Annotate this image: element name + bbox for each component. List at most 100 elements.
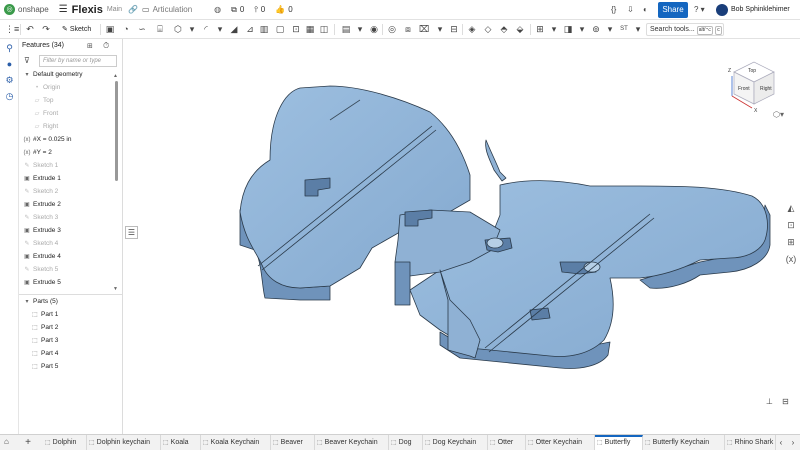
feature-item[interactable]: ✎ Sketch 3 [23, 213, 58, 223]
dropdown-icon[interactable]: ▾ [576, 23, 588, 35]
graphics-viewport[interactable]: ☰ Top Front Right Z X ⬡▾ ◭ ⊡ ⊞ (x) ⊥ ⊟ [123, 39, 800, 434]
transform-icon[interactable]: ⧈ [402, 23, 414, 35]
extrude-icon[interactable]: ▣ [104, 23, 116, 35]
redo-icon[interactable]: ↷ [40, 23, 52, 35]
sketch-button[interactable]: ✎ Sketch [62, 23, 91, 36]
appearance-panel-icon[interactable]: ◭ [784, 201, 798, 215]
chamfer-icon[interactable]: ◢ [228, 23, 240, 35]
branch-name[interactable]: Main [107, 6, 122, 13]
default-geometry-folder[interactable]: ▾ Default geometry [23, 70, 82, 80]
shell-icon[interactable]: ▢ [274, 23, 286, 35]
search-tools-input[interactable]: Search tools... alt/⌥ c [646, 23, 724, 36]
variable-x-item[interactable]: (x) #X = 0.025 in [23, 135, 72, 145]
filter-input[interactable]: Filter by name or type [39, 55, 117, 67]
onshape-logo[interactable]: ◎ onshape [4, 4, 49, 15]
plane-icon[interactable]: ▤ [340, 23, 352, 35]
feature-item[interactable]: ▣ Extrude 4 [23, 252, 61, 262]
tab-scroll-left-icon[interactable]: ‹ [776, 436, 786, 449]
top-plane-item[interactable]: ▱ Top [33, 96, 54, 106]
fillet-icon[interactable]: ◜ [200, 23, 212, 35]
dropdown-icon[interactable]: ▾ [434, 23, 446, 35]
tab-dog[interactable]: ⬚ Dog [389, 435, 423, 450]
origin-item[interactable]: • Origin [33, 83, 60, 93]
section-view-icon[interactable]: ◨ [562, 23, 574, 35]
history-icon[interactable]: ◷ [4, 91, 15, 102]
tab-scroll-right-icon[interactable]: › [788, 436, 798, 449]
front-plane-item[interactable]: ▱ Front [33, 109, 58, 119]
undo-icon[interactable]: ↶ [24, 23, 36, 35]
part-item[interactable]: ⬚ Part 5 [31, 362, 58, 372]
tab-butterfly[interactable]: ⬚ Butterfly [595, 435, 643, 450]
dropdown-icon[interactable]: ▾ [548, 23, 560, 35]
tab-butterfly-keychain[interactable]: ⬚ Butterfly Keychain [643, 435, 725, 450]
feature-list-icon[interactable]: ⋮≡ [5, 23, 19, 35]
tab-dolphin-keychain[interactable]: ⬚ Dolphin keychain [87, 435, 161, 450]
part-item[interactable]: ⬚ Part 2 [31, 323, 58, 333]
tab-otter-keychain[interactable]: ⬚ Otter Keychain [526, 435, 595, 450]
likes-counter[interactable]: 👍 0 [275, 5, 292, 14]
scrollbar[interactable] [115, 81, 118, 181]
tab-beaver-keychain[interactable]: ⬚ Beaver Keychain [315, 435, 389, 450]
tab-manager-icon[interactable]: ⌂ [4, 437, 9, 446]
sheet-metal-icon[interactable]: ⊟ [448, 23, 460, 35]
link-icon[interactable]: 🔗 [128, 5, 138, 14]
delete-part-icon[interactable]: ⌧ [418, 23, 430, 35]
feature-tree-icon[interactable]: ⚲ [4, 43, 15, 54]
tab-dog-keychain[interactable]: ⬚ Dog Keychain [423, 435, 488, 450]
move-face-icon[interactable]: ⬘ [498, 23, 510, 35]
draft-icon[interactable]: ⊿ [244, 23, 256, 35]
scroll-up-icon[interactable]: ▲ [113, 73, 118, 79]
dropdown-icon[interactable]: ▾ [214, 23, 226, 35]
boolean-icon[interactable]: ◫ [318, 23, 330, 35]
menu-icon[interactable]: ☰ [59, 4, 68, 15]
feature-item[interactable]: ✎ Sketch 1 [23, 161, 58, 171]
dropdown-icon[interactable]: ▾ [186, 23, 198, 35]
feature-item[interactable]: ✎ Sketch 5 [23, 265, 58, 275]
mass-properties-icon[interactable]: ⊡ [784, 218, 798, 232]
variable-y-item[interactable]: (x) #Y = 2 [23, 148, 52, 158]
tab-dolphin[interactable]: ⬚ Dolphin [43, 435, 87, 450]
configurations-icon[interactable]: ⊞ [784, 235, 798, 249]
tab-rhino-shark[interactable]: ⬚ Rhino Shark [725, 435, 776, 450]
triad-icon[interactable]: ⊥ [766, 397, 773, 406]
loft-icon[interactable]: ⌸ [154, 23, 166, 35]
code-icon[interactable]: {} [611, 5, 616, 14]
share-button[interactable]: Share [658, 2, 688, 18]
feature-item[interactable]: ▣ Extrude 5 [23, 278, 61, 288]
feature-item[interactable]: ✎ Sketch 2 [23, 187, 58, 197]
rollback-icon[interactable]: ⏱ [103, 41, 109, 51]
add-folder-icon[interactable]: ⊞ [87, 42, 93, 50]
part-item[interactable]: ⬚ Part 3 [31, 336, 58, 346]
avatar[interactable] [716, 4, 728, 16]
scroll-down-icon[interactable]: ▼ [113, 286, 118, 292]
tab-koala-keychain[interactable]: ⬚ Koala Keychain [201, 435, 271, 450]
split-icon[interactable]: ◎ [386, 23, 398, 35]
measure-icon[interactable]: ⊞ [534, 23, 546, 35]
st-icon[interactable]: ST [618, 23, 630, 35]
feature-item[interactable]: ✎ Sketch 4 [23, 239, 58, 249]
feature-item[interactable]: ▣ Extrude 2 [23, 200, 61, 210]
workspace-name[interactable]: Articulation [153, 5, 193, 14]
dropdown-icon[interactable]: ▾ [632, 23, 644, 35]
filter-icon[interactable]: ⊽ [24, 56, 30, 65]
right-plane-item[interactable]: ▱ Right [33, 122, 59, 132]
dropdown-icon[interactable]: ▾ [604, 23, 616, 35]
document-title[interactable]: Flexis [72, 4, 103, 16]
revolve-icon[interactable]: ◔ [120, 23, 132, 35]
appearance-icon[interactable]: ⚙ [4, 75, 15, 86]
comment-icon[interactable]: ● [4, 59, 15, 70]
variables-icon[interactable]: (x) [784, 252, 798, 266]
sweep-icon[interactable]: ∽ [136, 23, 148, 35]
linear-pattern-icon[interactable]: ▦ [304, 23, 316, 35]
butterfly-model[interactable] [123, 39, 800, 434]
learning-icon[interactable]: ◐ [643, 5, 648, 14]
feature-item[interactable]: ▣ Extrude 3 [23, 226, 61, 236]
globe-icon[interactable]: ◍ [214, 5, 221, 14]
versions-counter[interactable]: ⧉ 0 [231, 5, 244, 15]
branches-counter[interactable]: ⫯ 0 [254, 5, 265, 15]
app-store-icon[interactable]: ⇩ [627, 5, 634, 14]
view-list-icon[interactable]: ☰ [125, 226, 138, 239]
mate-connector-icon[interactable]: ◉ [368, 23, 380, 35]
surface-icon[interactable]: ◈ [466, 23, 478, 35]
dropdown-icon[interactable]: ▾ [354, 23, 366, 35]
